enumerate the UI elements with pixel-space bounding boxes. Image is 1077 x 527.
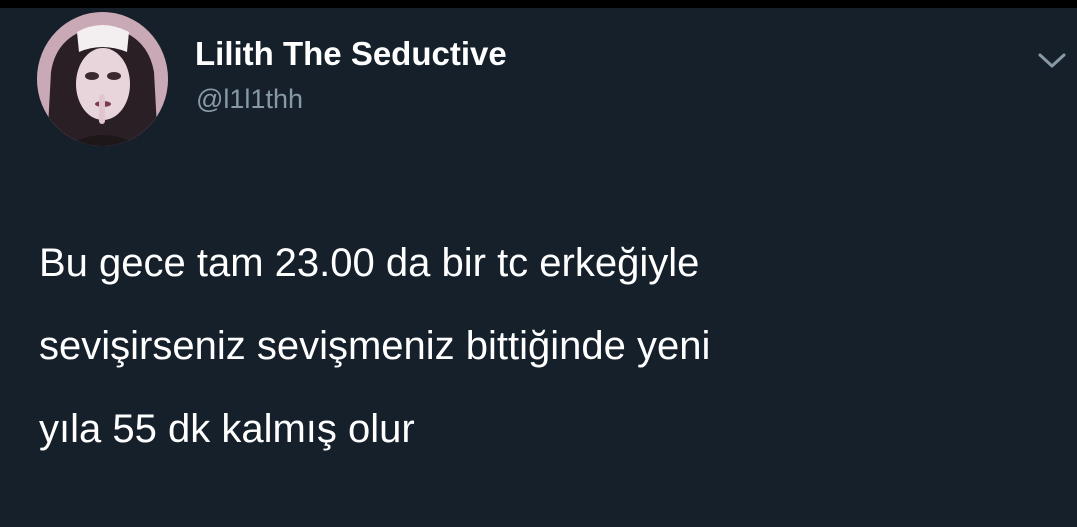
tweet-card: Lilith The Seductive @l1l1thh Bu gece ta… [0,0,1077,527]
avatar-image [37,12,168,146]
tweet-text: Bu gece tam 23.00 da bir tc erkeğiyle se… [39,222,1059,471]
display-name[interactable]: Lilith The Seductive [195,34,507,74]
tweet-text-line: sevişirseniz sevişmeniz bittiğinde yeni [39,324,711,368]
user-handle[interactable]: @l1l1thh [196,82,303,116]
tweet-text-line: yıla 55 dk kalmış olur [39,407,415,451]
chevron-down-icon[interactable] [1033,47,1071,73]
tweet-text-line: Bu gece tam 23.00 da bir tc erkeğiyle [39,241,700,285]
avatar[interactable] [37,12,168,146]
top-edge [0,0,1077,8]
